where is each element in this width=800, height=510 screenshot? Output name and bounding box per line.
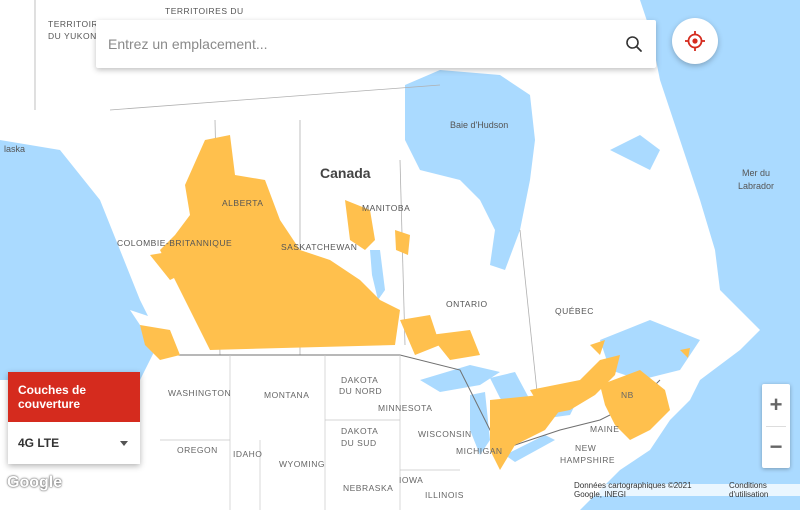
label-nh-1: NEW (575, 443, 596, 453)
label-washington: WASHINGTON (168, 388, 231, 398)
label-nb: NB (621, 390, 634, 400)
zoom-divider (766, 426, 786, 427)
label-ontario: ONTARIO (446, 299, 488, 309)
label-labrador-2: Labrador (738, 181, 774, 191)
label-nd-2: DU NORD (339, 386, 382, 396)
label-sd-1: DAKOTA (341, 426, 378, 436)
label-wyoming: WYOMING (279, 459, 325, 469)
label-nh-2: HAMPSHIRE (560, 455, 615, 465)
zoom-out-button[interactable]: − (762, 426, 790, 468)
label-nd-1: DAKOTA (341, 375, 378, 385)
crosshair-icon (685, 31, 705, 51)
label-manitoba: MANITOBA (362, 203, 410, 213)
label-nebraska: NEBRASKA (343, 483, 393, 493)
search-icon[interactable] (612, 20, 656, 68)
coverage-layers-panel: Couches de couverture 4G LTE (8, 372, 140, 464)
label-canada: Canada (320, 165, 371, 181)
zoom-controls: + − (762, 384, 790, 468)
search-input[interactable] (96, 20, 612, 68)
zoom-in-button[interactable]: + (762, 384, 790, 426)
search-bar (96, 20, 656, 68)
label-yukon-2: DU YUKON (48, 31, 97, 41)
label-nwt: TERRITOIRES DU (165, 6, 244, 16)
terms-link[interactable]: Conditions d'utilisation (729, 481, 796, 499)
map-attribution: Données cartographiques ©2021 Google, IN… (570, 481, 800, 499)
label-hudson: Baie d'Hudson (450, 120, 508, 130)
google-logo[interactable]: Google (7, 474, 62, 492)
label-sask: SASKATCHEWAN (281, 242, 357, 252)
label-wisconsin: WISCONSIN (418, 429, 472, 439)
label-alberta: ALBERTA (222, 198, 263, 208)
label-sd-2: DU SUD (341, 438, 377, 448)
coverage-layer-value: 4G LTE (18, 436, 60, 450)
locate-button[interactable] (672, 18, 718, 64)
label-iowa: IOWA (399, 475, 423, 485)
label-illinois: ILLINOIS (425, 490, 464, 500)
label-maine: MAINE (590, 424, 619, 434)
label-michigan: MICHIGAN (456, 446, 503, 456)
label-labrador-1: Mer du (742, 168, 770, 178)
coverage-layer-select[interactable]: 4G LTE (8, 422, 140, 464)
label-montana: MONTANA (264, 390, 309, 400)
label-alaska: laska (4, 144, 25, 154)
label-quebec: QUÉBEC (555, 306, 594, 316)
coverage-layers-title: Couches de couverture (8, 372, 140, 422)
caret-down-icon (120, 440, 128, 446)
attribution-data: Données cartographiques ©2021 Google, IN… (574, 481, 692, 499)
label-minnesota: MINNESOTA (378, 403, 432, 413)
label-oregon: OREGON (177, 445, 218, 455)
label-bc: COLOMBIE-BRITANNIQUE (117, 238, 232, 248)
label-idaho: IDAHO (233, 449, 262, 459)
